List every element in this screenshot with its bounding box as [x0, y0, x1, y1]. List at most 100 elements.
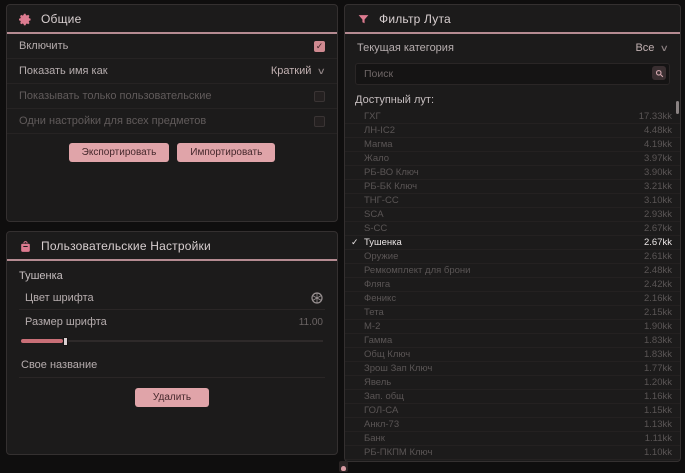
loot-item-price: 1.83kk	[644, 349, 672, 360]
slider-thumb[interactable]	[63, 337, 68, 346]
import-button[interactable]: Импортировать	[177, 143, 275, 162]
loot-item-name: ТНГ-СС	[364, 195, 644, 206]
loot-row[interactable]: Зрош Зап Ключ 1.77kk	[345, 362, 680, 376]
loot-row[interactable]: Гамма 1.83kk	[345, 334, 680, 348]
loot-item-price: 3.21kk	[644, 181, 672, 192]
loot-item-price: 2.15kk	[644, 307, 672, 318]
loot-item-name: ГОЛ-СА	[364, 405, 644, 416]
name-mode-label: Показать имя как	[19, 65, 108, 77]
loot-row[interactable]: РБ-ВО Ключ 3.90kk	[345, 166, 680, 180]
loot-list-scrollbar[interactable]	[676, 101, 679, 114]
loot-row[interactable]: ТНГ-СС 3.10kk	[345, 194, 680, 208]
search-input[interactable]	[355, 63, 670, 85]
font-size-label: Размер шрифта	[25, 316, 107, 328]
loot-item-price: 2.61kk	[644, 251, 672, 262]
loot-item-price: 1.10kk	[644, 447, 672, 458]
loot-row[interactable]: SCA 2.93kk	[345, 208, 680, 222]
loot-item-price: 2.16kk	[644, 293, 672, 304]
only-custom-checkbox[interactable]	[314, 91, 325, 102]
loot-row[interactable]: Общ Ключ 1.83kk	[345, 348, 680, 362]
same-settings-checkbox[interactable]	[314, 116, 325, 127]
loot-item-price: 1.77kk	[644, 363, 672, 374]
color-wheel-icon[interactable]	[311, 292, 323, 304]
loot-list: ГХГ 17.33kk ЛН-IC2 4.48kk Магма 4.19kk Ж…	[345, 110, 680, 462]
category-value: Все	[635, 42, 654, 54]
loot-row[interactable]: S-CC 2.67kk	[345, 222, 680, 236]
font-color-label: Цвет шрифта	[25, 292, 94, 304]
export-button[interactable]: Экспортировать	[69, 143, 170, 162]
loot-item-name: РБ-БК Ключ	[364, 181, 644, 192]
custom-name-field[interactable]: Свое название	[19, 353, 325, 378]
loot-row[interactable]: Магма 4.19kk	[345, 138, 680, 152]
loot-filter-panel: Фильтр Лута Текущая категория Все ∨ Дост…	[344, 4, 681, 462]
only-custom-row: Показывать только пользовательские	[7, 84, 337, 109]
loot-item-price: 3.97kk	[644, 153, 672, 164]
font-size-slider[interactable]	[21, 336, 323, 345]
loot-item-name: Запонки	[364, 461, 644, 462]
same-settings-label: Одни настройки для всех предметов	[19, 115, 206, 127]
loot-row[interactable]: Ремкомплект для брони 2.48kk	[345, 264, 680, 278]
resize-handle-dot	[341, 466, 346, 471]
name-mode-row: Показать имя как Краткий ∨	[7, 59, 337, 84]
loot-row[interactable]: ГХГ 17.33kk	[345, 110, 680, 124]
loot-item-price: 2.67kk	[644, 223, 672, 234]
loot-list-label: Доступный лут:	[345, 90, 680, 110]
category-dropdown[interactable]: Все ∨	[635, 42, 668, 54]
loot-row[interactable]: РБ-ПКПМ Ключ 1.10kk	[345, 446, 680, 460]
resize-handle[interactable]	[339, 461, 348, 472]
general-panel-header: Общие	[7, 5, 337, 32]
loot-item-price: 17.33kk	[639, 111, 672, 122]
name-mode-dropdown[interactable]: Краткий ∨	[271, 65, 325, 77]
slider-fill	[21, 339, 63, 343]
loot-row[interactable]: Жало 3.97kk	[345, 152, 680, 166]
loot-row[interactable]: ЛН-IC2 4.48kk	[345, 124, 680, 138]
category-row: Текущая категория Все ∨	[345, 34, 680, 58]
delete-row: Удалить	[7, 378, 337, 417]
same-settings-row: Одни настройки для всех предметов	[7, 109, 337, 134]
loot-item-name: Анкл-73	[364, 419, 644, 430]
loot-item-price: 3.90kk	[644, 167, 672, 178]
loot-row[interactable]: Явель 1.20kk	[345, 376, 680, 390]
loot-item-price: 1.20kk	[644, 377, 672, 388]
loot-row[interactable]: Зап. общ 1.16kk	[345, 390, 680, 404]
loot-item-price: 2.42kk	[644, 279, 672, 290]
loot-row[interactable]: Анкл-73 1.13kk	[345, 418, 680, 432]
loot-row[interactable]: М-2 1.90kk	[345, 320, 680, 334]
enable-checkbox[interactable]: ✓	[314, 41, 325, 52]
loot-row[interactable]: Феникс 2.16kk	[345, 292, 680, 306]
loot-row[interactable]: Запонки 1.10kk	[345, 460, 680, 462]
check-icon: ✓	[351, 237, 364, 248]
loot-item-name: Фляга	[364, 279, 644, 290]
loot-row[interactable]: Банк 1.11kk	[345, 432, 680, 446]
gear-icon	[19, 13, 32, 26]
search-row	[355, 63, 670, 85]
delete-button[interactable]: Удалить	[135, 388, 209, 407]
loot-item-price: 1.16kk	[644, 391, 672, 402]
loot-item-name: Зап. общ	[364, 391, 644, 402]
loot-row[interactable]: ГОЛ-СА 1.15kk	[345, 404, 680, 418]
loot-item-name: Банк	[364, 433, 645, 444]
user-settings-icon	[19, 240, 32, 253]
filter-panel-title: Фильтр Лута	[379, 12, 451, 26]
loot-row[interactable]: Тета 2.15kk	[345, 306, 680, 320]
loot-item-name: ГХГ	[364, 111, 639, 122]
loot-item-name: S-CC	[364, 223, 644, 234]
loot-row[interactable]: Оружие 2.61kk	[345, 250, 680, 264]
loot-item-price: 1.11kk	[645, 433, 672, 444]
loot-item-name: SCA	[364, 209, 644, 220]
search-icon[interactable]	[652, 66, 666, 80]
loot-item-name: Гамма	[364, 335, 644, 346]
category-label: Текущая категория	[357, 42, 454, 54]
font-size-row: Размер шрифта 11.00	[19, 310, 325, 330]
loot-item-name: Тета	[364, 307, 644, 318]
loot-row[interactable]: ✓ Тушенка 2.67kk	[345, 236, 680, 250]
loot-item-price: 4.19kk	[644, 139, 672, 150]
filter-panel-header: Фильтр Лута	[345, 5, 680, 32]
loot-item-price: 2.67kk	[644, 237, 672, 248]
loot-row[interactable]: РБ-БК Ключ 3.21kk	[345, 180, 680, 194]
loot-item-name: Магма	[364, 139, 644, 150]
general-panel: Общие Включить ✓ Показать имя как Кратки…	[6, 4, 338, 222]
loot-row[interactable]: Фляга 2.42kk	[345, 278, 680, 292]
name-mode-value: Краткий	[271, 65, 312, 77]
enable-row: Включить ✓	[7, 34, 337, 59]
